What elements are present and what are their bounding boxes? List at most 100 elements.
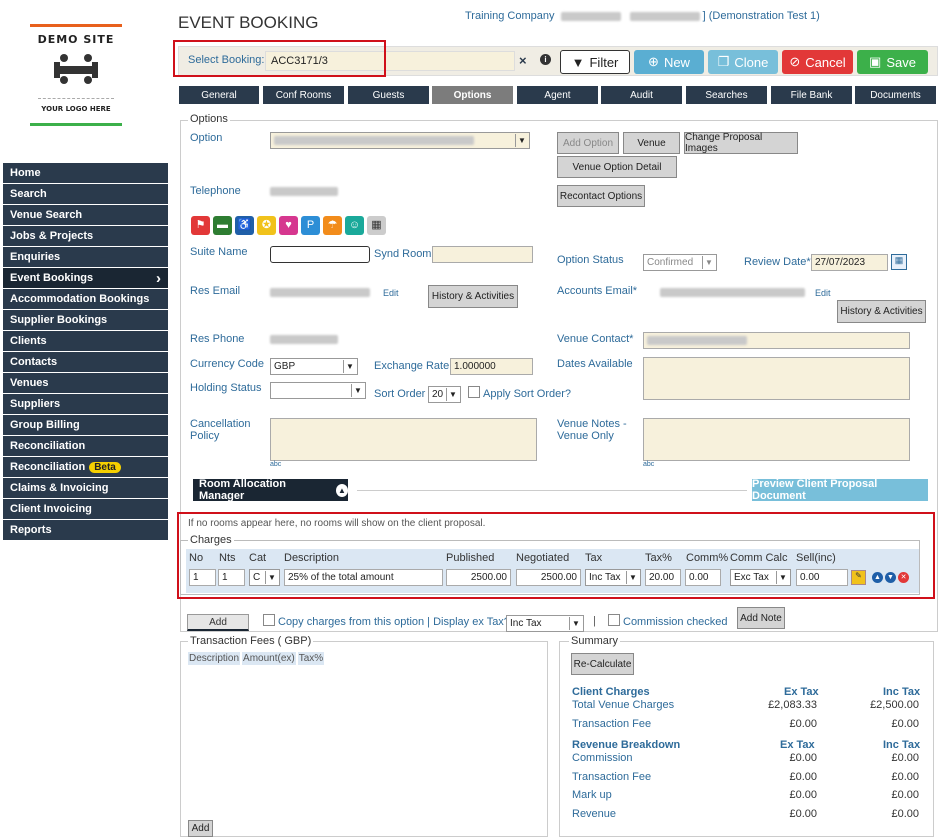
redacted-text	[270, 187, 338, 196]
chevron-up-icon: ▲	[335, 483, 348, 497]
filter-button[interactable]: ▼ Filter	[560, 50, 630, 74]
logo-bar-bottom	[30, 123, 122, 126]
cancellation-label-2: Policy	[190, 430, 220, 442]
copy-charges-checkbox[interactable]	[263, 614, 275, 626]
history-activities-button[interactable]: History & Activities	[428, 285, 518, 308]
tab-file-bank[interactable]: File Bank	[771, 86, 852, 104]
currency-select[interactable]: GBP ▼	[270, 358, 358, 375]
tab-options[interactable]: Options	[432, 86, 513, 104]
tab-searches[interactable]: Searches	[686, 86, 767, 104]
sidebar-item-supplier-bookings[interactable]: Supplier Bookings	[3, 310, 168, 330]
option-status-value: Confirmed	[647, 257, 694, 268]
cancellation-label-1: Cancellation	[190, 418, 251, 430]
clone-button[interactable]: ❐ Clone	[708, 50, 778, 74]
apply-sort-checkbox[interactable]	[468, 386, 480, 398]
exchange-rate-input[interactable]: 1.000000	[450, 358, 533, 375]
sidebar-item-suppliers[interactable]: Suppliers	[3, 394, 168, 414]
suite-name-input[interactable]	[270, 246, 370, 263]
room-allocation-manager-button[interactable]: Room Allocation Manager ▲	[193, 478, 348, 502]
option-select[interactable]: ▼	[270, 132, 530, 149]
clone-label: Clone	[734, 54, 769, 70]
tab-documents[interactable]: Documents	[855, 86, 936, 104]
sidebar-item-event-bookings[interactable]: Event Bookings ›	[3, 268, 168, 288]
sidebar-item-enquiries[interactable]: Enquiries	[3, 247, 168, 267]
tab-guests[interactable]: Guests	[348, 86, 429, 104]
sidebar-item-search[interactable]: Search	[3, 184, 168, 204]
sidebar-item-reconciliation[interactable]: Reconciliation Beta	[3, 457, 168, 477]
separator: |	[593, 615, 596, 627]
sort-order-select[interactable]: 20 ▼	[428, 386, 461, 403]
dates-available-label: Dates Available	[557, 358, 633, 370]
sidebar-item-venue-search[interactable]: Venue Search	[3, 205, 168, 225]
award-icon: ✪	[257, 216, 276, 235]
sidebar-item-label: Contacts	[10, 356, 58, 368]
currency-value: GBP	[274, 361, 296, 372]
sidebar-item-reports[interactable]: Reports	[3, 520, 168, 540]
spellcheck-icon[interactable]: abc	[643, 461, 654, 468]
clear-icon[interactable]: ×	[519, 53, 527, 68]
dates-available-textarea[interactable]	[643, 357, 910, 400]
holding-status-select[interactable]: ▼	[270, 382, 366, 399]
save-icon: ▣	[869, 54, 882, 69]
edit-res-email-link[interactable]: Edit	[383, 288, 399, 298]
apply-sort-label: Apply Sort Order?	[483, 388, 572, 400]
sidebar-item-clients[interactable]: Clients	[3, 331, 168, 351]
summary-row-label: Transaction Fee	[572, 770, 652, 783]
sidebar-item-jobs-projects[interactable]: Jobs & Projects	[3, 226, 168, 246]
info-icon[interactable]: i	[540, 54, 551, 65]
edit-accounts-email-link[interactable]: Edit	[815, 288, 831, 298]
add-option-button[interactable]: Add Option	[557, 132, 619, 154]
sidebar-item-label: Jobs & Projects	[10, 230, 94, 242]
holding-status-label: Holding Status	[190, 382, 262, 394]
new-button[interactable]: ⊕ New	[634, 50, 704, 74]
sidebar-item-claims-invoicing[interactable]: Claims & Invoicing	[3, 478, 168, 498]
client-charges-heading: Client Charges	[572, 686, 650, 698]
tab-general[interactable]: General	[179, 86, 259, 104]
add-fee-button[interactable]: Add	[188, 820, 213, 837]
recontact-options-button[interactable]: Recontact Options	[557, 185, 645, 207]
sidebar-item-label: Clients	[10, 335, 47, 347]
preview-proposal-button[interactable]: Preview Client Proposal Document	[752, 478, 928, 502]
cancellation-policy-textarea[interactable]	[270, 418, 537, 461]
option-status-label: Option Status	[557, 254, 624, 266]
option-status-select[interactable]: Confirmed ▼	[643, 254, 717, 271]
history-activities-button-2[interactable]: History & Activities	[837, 300, 926, 323]
sidebar-item-group-billing[interactable]: Group Billing	[3, 415, 168, 435]
commission-checked-checkbox[interactable]	[608, 614, 620, 626]
tab-audit[interactable]: Audit	[601, 86, 682, 104]
add-charge-button[interactable]: Add	[187, 614, 249, 631]
sidebar-item-home[interactable]: Home	[3, 163, 168, 183]
tab-agent[interactable]: Agent	[517, 86, 598, 104]
display-tax-value: Inc Tax	[510, 618, 542, 629]
change-proposal-images-button[interactable]: Change Proposal Images	[684, 132, 798, 154]
fees-col-description: Description	[188, 652, 241, 665]
redacted-text	[270, 335, 338, 344]
chevron-down-icon: ▼	[702, 256, 715, 269]
sort-order-label: Sort Order	[374, 388, 426, 400]
page-title: EVENT BOOKING	[178, 13, 319, 32]
wheelchair-icon: ♿	[235, 216, 254, 235]
synd-room-input[interactable]	[432, 246, 533, 263]
sidebar-item-contacts[interactable]: Contacts	[3, 352, 168, 372]
review-date-input[interactable]: 27/07/2023	[811, 254, 888, 271]
recalculate-button[interactable]: Re-Calculate	[571, 653, 634, 675]
tab-conf-rooms[interactable]: Conf Rooms	[263, 86, 344, 104]
venue-contact-input[interactable]	[643, 332, 910, 349]
venue-option-detail-button[interactable]: Venue Option Detail	[557, 156, 677, 178]
ex-tax-heading: Ex Tax	[784, 686, 819, 698]
sidebar-item-venues[interactable]: Venues	[3, 373, 168, 393]
cancel-button[interactable]: ⊘ Cancel	[782, 50, 853, 74]
display-tax-select[interactable]: Inc Tax ▼	[506, 615, 584, 632]
spellcheck-icon[interactable]: abc	[270, 461, 281, 468]
summary-row-ex-tax: £0.00	[789, 770, 817, 783]
add-note-button[interactable]: Add Note	[737, 607, 785, 629]
sidebar-item-client-invoicing[interactable]: Client Invoicing	[3, 499, 168, 519]
calendar-icon[interactable]: ▦	[891, 254, 907, 270]
venue-button[interactable]: Venue	[623, 132, 680, 154]
venue-notes-textarea[interactable]	[643, 418, 910, 461]
sidebar-item-accommodation-bookings[interactable]: Accommodation Bookings	[3, 289, 168, 309]
sidebar-item-reconciliation[interactable]: Reconciliation	[3, 436, 168, 456]
sidebar-item-label: Reports	[10, 524, 52, 536]
sidebar-item-label: Client Invoicing	[10, 503, 92, 515]
save-button[interactable]: ▣ Save	[857, 50, 928, 74]
